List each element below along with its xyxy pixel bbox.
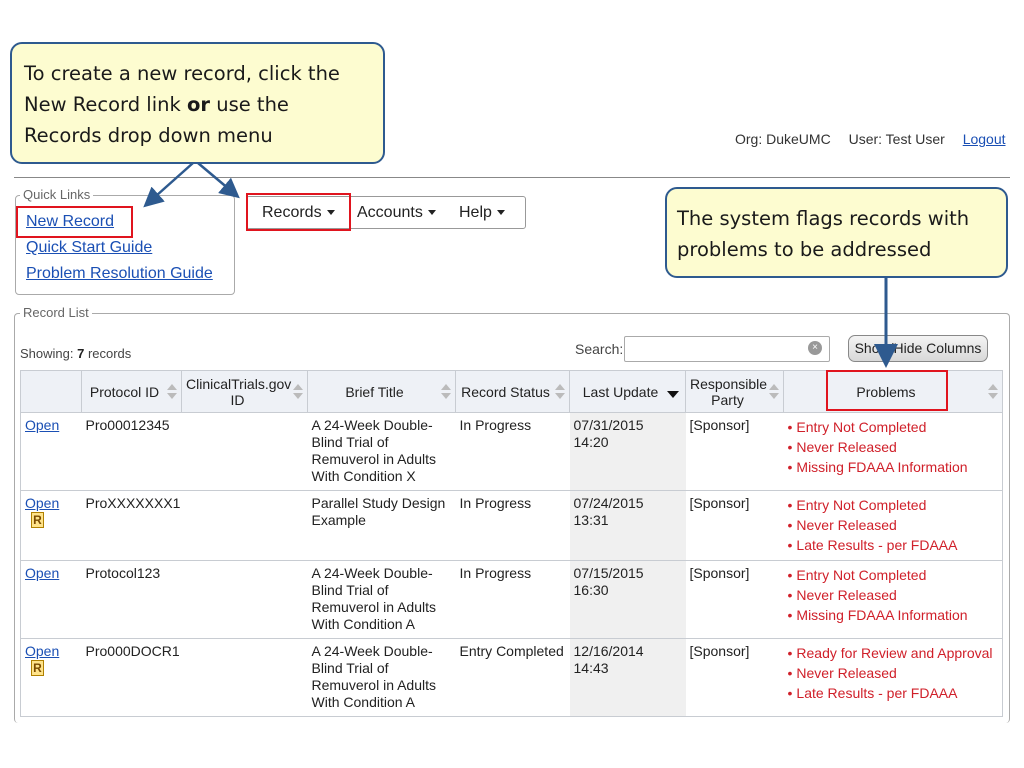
problem-item: Entry Not Completed [788, 565, 999, 585]
open-record-link[interactable]: Open [25, 643, 59, 659]
protocol-id-cell: Protocol123 [81, 560, 182, 639]
problem-item: Missing FDAAA Information [788, 457, 999, 477]
record-status-cell: In Progress [455, 490, 570, 561]
search-label: Search: [575, 341, 624, 357]
problem-item: Never Released [788, 663, 999, 683]
callout2-line-2: problems to be addressed [677, 238, 932, 261]
responsible-party-cell: [Sponsor] [685, 490, 784, 561]
problems-cell: Entry Not Completed Never Released Late … [783, 490, 1003, 561]
brief-title-cell: A 24-Week Double-Blind Trial of Remuvero… [307, 638, 456, 717]
logout-link[interactable]: Logout [963, 131, 1006, 147]
quick-links-legend: Quick Links [20, 187, 94, 202]
sort-icon [293, 384, 303, 400]
nct-id-cell [181, 490, 308, 561]
problem-item: Ready for Review and Approval [788, 643, 999, 663]
col-header-last-update[interactable]: Last Update [569, 370, 686, 413]
help-menu[interactable]: Help [459, 204, 505, 222]
responsible-party-cell: [Sponsor] [685, 412, 784, 491]
record-status-cell: Entry Completed [455, 638, 570, 717]
col-header-responsible-party[interactable]: Responsible Party [685, 370, 784, 413]
callout2-line-1: The system flags records with [677, 207, 970, 230]
sort-descending-icon [667, 391, 679, 398]
callout-line-3: Records drop down menu [24, 124, 273, 147]
open-record-link[interactable]: Open [25, 565, 59, 581]
show-hide-columns-button[interactable]: Show/Hide Columns [848, 335, 988, 362]
open-record-link[interactable]: Open [25, 417, 59, 433]
nct-id-cell [181, 638, 308, 717]
table-row: Open Pro00012345 A 24-Week Double-Blind … [20, 412, 1003, 491]
record-table: Protocol ID ClinicalTrials.gov ID Brief … [20, 370, 1003, 717]
search-input[interactable] [624, 336, 830, 362]
clear-search-icon[interactable]: × [808, 341, 822, 355]
problems-column-highlight [826, 370, 948, 411]
col-header-brief-title[interactable]: Brief Title [307, 370, 456, 413]
problem-item: Never Released [788, 585, 999, 605]
user-info-bar: Org: DukeUMC User: Test User Logout [735, 131, 1006, 147]
problem-item: Late Results - per FDAAA [788, 535, 999, 555]
table-row: OpenR ProXXXXXXX1 Parallel Study Design … [20, 490, 1003, 561]
table-row: Open Protocol123 A 24-Week Double-Blind … [20, 560, 1003, 639]
record-status-cell: In Progress [455, 560, 570, 639]
new-record-highlight [16, 206, 133, 238]
sort-icon [167, 384, 177, 400]
protocol-id-cell: Pro00012345 [81, 412, 182, 491]
record-list-legend: Record List [20, 305, 92, 320]
col-header-protocol-id[interactable]: Protocol ID [81, 370, 182, 413]
col-header-nct-id[interactable]: ClinicalTrials.gov ID [181, 370, 308, 413]
open-record-link[interactable]: Open [25, 495, 59, 511]
quick-start-guide-link[interactable]: Quick Start Guide [26, 239, 152, 257]
problems-callout: The system flags records with problems t… [665, 187, 1008, 278]
problems-cell: Entry Not Completed Never Released Missi… [783, 560, 1003, 639]
protocol-id-cell: ProXXXXXXX1 [81, 490, 182, 561]
arrow-to-records-menu [197, 162, 240, 199]
sort-icon [988, 384, 998, 400]
col-header-record-status[interactable]: Record Status [455, 370, 570, 413]
org-label: Org: DukeUMC [735, 131, 831, 147]
new-record-callout: To create a new record, click the New Re… [10, 42, 385, 164]
problems-cell: Ready for Review and Approval Never Rele… [783, 638, 1003, 717]
review-badge-icon: R [31, 660, 44, 676]
last-update-cell: 12/16/2014 14:43 [569, 638, 686, 717]
sort-icon [555, 384, 565, 400]
chevron-down-icon [496, 210, 505, 216]
header-divider [14, 177, 1010, 178]
responsible-party-cell: [Sponsor] [685, 638, 784, 717]
table-row: OpenR Pro000DOCR1 A 24-Week Double-Blind… [20, 638, 1003, 717]
brief-title-cell: Parallel Study Design Example [307, 490, 456, 561]
problem-item: Entry Not Completed [788, 495, 999, 515]
nct-id-cell [181, 560, 308, 639]
accounts-menu[interactable]: Accounts [357, 204, 436, 222]
responsible-party-cell: [Sponsor] [685, 560, 784, 639]
record-status-cell: In Progress [455, 412, 570, 491]
protocol-id-cell: Pro000DOCR1 [81, 638, 182, 717]
problem-item: Entry Not Completed [788, 417, 999, 437]
problems-cell: Entry Not Completed Never Released Missi… [783, 412, 1003, 491]
sort-icon [441, 384, 451, 400]
review-badge-icon: R [31, 512, 44, 528]
problem-item: Late Results - per FDAAA [788, 683, 999, 703]
last-update-cell: 07/31/2015 14:20 [569, 412, 686, 491]
chevron-down-icon [427, 210, 436, 216]
last-update-cell: 07/15/2015 16:30 [569, 560, 686, 639]
problem-item: Missing FDAAA Information [788, 605, 999, 625]
sort-icon [769, 384, 779, 400]
callout-line-1: To create a new record, click the [24, 62, 340, 85]
col-header-action [20, 370, 82, 413]
problem-item: Never Released [788, 515, 999, 535]
user-label: User: Test User [848, 131, 945, 147]
records-menu-highlight [246, 193, 351, 231]
brief-title-cell: A 24-Week Double-Blind Trial of Remuvero… [307, 560, 456, 639]
problem-item: Never Released [788, 437, 999, 457]
nct-id-cell [181, 412, 308, 491]
record-count: Showing: 7 records [20, 346, 132, 361]
problem-resolution-guide-link[interactable]: Problem Resolution Guide [26, 265, 213, 283]
callout-line-2: New Record link or use the [24, 93, 289, 116]
last-update-cell: 07/24/2015 13:31 [569, 490, 686, 561]
brief-title-cell: A 24-Week Double-Blind Trial of Remuvero… [307, 412, 456, 491]
